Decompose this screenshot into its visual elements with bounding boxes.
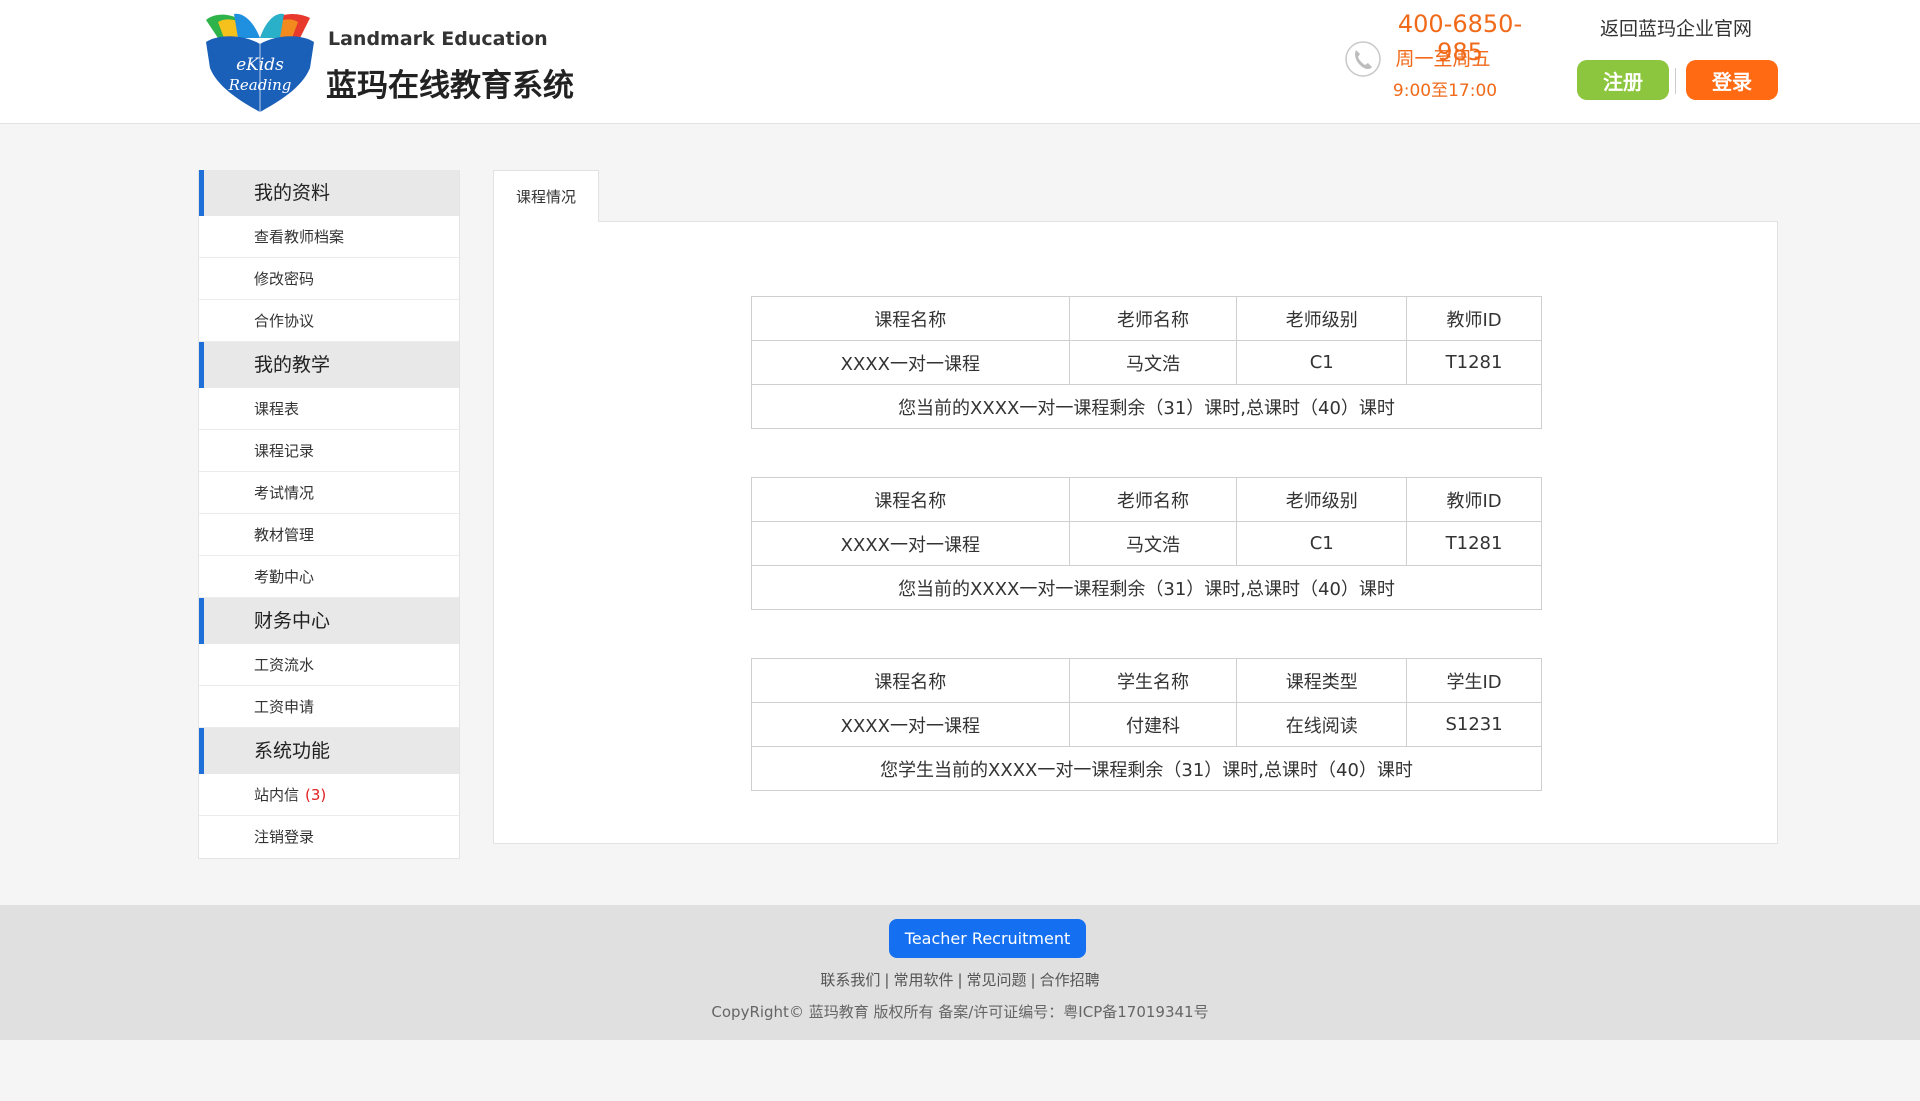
sidebar-section-finance[interactable]: 财务中心 [199, 598, 459, 644]
header-cell: 教师ID [1406, 477, 1542, 522]
header-cell: 学生ID [1406, 658, 1542, 703]
table-header-row: 课程名称 学生名称 课程类型 学生ID [751, 658, 1542, 703]
register-button[interactable]: 注册 [1577, 60, 1669, 100]
table-cell: S1231 [1406, 702, 1542, 747]
footer: Teacher Recruitment 联系我们 | 常用软件 | 常见问题 | 合作招聘 … [0, 905, 1920, 1040]
sidebar-item-change-password[interactable]: 修改密码 [199, 258, 459, 300]
course-table-1: 课程名称 老师名称 老师级别 教师ID XXXX一对一课程 马文浩 C1 T12… [751, 296, 1542, 429]
sidebar-item-exams[interactable]: 考试情况 [199, 472, 459, 514]
table-cell: T1281 [1406, 340, 1542, 385]
table-cell: T1281 [1406, 521, 1542, 566]
table-cell: C1 [1236, 340, 1408, 385]
footer-links: 联系我们 | 常用软件 | 常见问题 | 合作招聘 [820, 971, 1100, 989]
sidebar: 我的资料 查看教师档案 修改密码 合作协议 我的教学 课程表 课程记录 考试情况… [198, 170, 460, 859]
header-cell: 课程类型 [1236, 658, 1408, 703]
header-cell: 老师名称 [1068, 477, 1238, 522]
header-cell: 老师级别 [1236, 296, 1408, 341]
footer-link-jobs[interactable]: 合作招聘 [1040, 971, 1100, 989]
table-row: XXXX一对一课程 马文浩 C1 T1281 [751, 521, 1542, 566]
sidebar-section-system[interactable]: 系统功能 [199, 728, 459, 774]
header: eKids Reading Landmark Education 蓝玛在线教育系… [0, 0, 1920, 124]
course-table-2: 课程名称 老师名称 老师级别 教师ID XXXX一对一课程 马文浩 C1 T12… [751, 477, 1542, 610]
sidebar-item-messages-label: 站内信 [254, 786, 300, 804]
login-button[interactable]: 登录 [1686, 60, 1778, 100]
tab-course-status[interactable]: 课程情况 [493, 170, 599, 222]
table-row: XXXX一对一课程 马文浩 C1 T1281 [751, 340, 1542, 385]
sidebar-item-attendance[interactable]: 考勤中心 [199, 556, 459, 598]
sidebar-item-salary-flow[interactable]: 工资流水 [199, 644, 459, 686]
book-logo-icon[interactable]: eKids Reading [198, 8, 322, 114]
logo-text-top: eKids [236, 55, 284, 75]
table-cell: C1 [1236, 521, 1408, 566]
corporate-site-link[interactable]: 返回蓝玛企业官网 [1600, 14, 1752, 41]
summary-cell: 您当前的XXXX一对一课程剩余（31）课时,总课时（40）课时 [751, 565, 1542, 610]
logo-text-bottom: Reading [228, 76, 292, 94]
phone-days: 周一至周五 [1395, 48, 1491, 70]
sidebar-item-agreement[interactable]: 合作协议 [199, 300, 459, 342]
summary-cell: 您当前的XXXX一对一课程剩余（31）课时,总课时（40）课时 [751, 384, 1542, 429]
brand-chinese: 蓝玛在线教育系统 [326, 68, 574, 104]
table-cell: XXXX一对一课程 [751, 702, 1070, 747]
brand-english: Landmark Education [328, 28, 548, 50]
copyright: CopyRight© 蓝玛教育 版权所有 备案/许可证编号：粤ICP备17019… [711, 1003, 1209, 1021]
sidebar-item-messages[interactable]: 站内信 (3) [199, 774, 459, 816]
sidebar-section-profile[interactable]: 我的资料 [199, 170, 459, 216]
sidebar-section-teaching[interactable]: 我的教学 [199, 342, 459, 388]
header-cell: 教师ID [1406, 296, 1542, 341]
message-count-badge: (3) [305, 786, 327, 804]
main-content: 课程情况 课程名称 老师名称 老师级别 教师ID XXXX一对一课程 马文浩 C… [493, 170, 1778, 844]
button-divider [1675, 68, 1676, 94]
course-panel: 课程名称 老师名称 老师级别 教师ID XXXX一对一课程 马文浩 C1 T12… [493, 221, 1778, 844]
course-table-3: 课程名称 学生名称 课程类型 学生ID XXXX一对一课程 付建科 在线阅读 S… [751, 658, 1542, 791]
table-row: XXXX一对一课程 付建科 在线阅读 S1231 [751, 702, 1542, 747]
table-cell: 马文浩 [1068, 340, 1238, 385]
sidebar-item-schedule[interactable]: 课程表 [199, 388, 459, 430]
table-summary-row: 您学生当前的XXXX一对一课程剩余（31）课时,总课时（40）课时 [751, 746, 1542, 791]
header-cell: 课程名称 [751, 296, 1070, 341]
sidebar-item-logout[interactable]: 注销登录 [199, 816, 459, 858]
summary-cell: 您学生当前的XXXX一对一课程剩余（31）课时,总课时（40）课时 [751, 746, 1542, 791]
header-cell: 老师级别 [1236, 477, 1408, 522]
teacher-recruitment-button[interactable]: Teacher Recruitment [889, 919, 1086, 958]
table-cell: XXXX一对一课程 [751, 340, 1070, 385]
header-cell: 课程名称 [751, 477, 1070, 522]
sidebar-item-teacher-profile[interactable]: 查看教师档案 [199, 216, 459, 258]
sidebar-item-course-records[interactable]: 课程记录 [199, 430, 459, 472]
table-header-row: 课程名称 老师名称 老师级别 教师ID [751, 296, 1542, 341]
table-cell: XXXX一对一课程 [751, 521, 1070, 566]
footer-link-contact[interactable]: 联系我们 [820, 971, 880, 989]
phone-hours: 9:00至17:00 [1392, 81, 1498, 101]
table-summary-row: 您当前的XXXX一对一课程剩余（31）课时,总课时（40）课时 [751, 565, 1542, 610]
footer-link-software[interactable]: 常用软件 [893, 971, 953, 989]
sidebar-item-salary-apply[interactable]: 工资申请 [199, 686, 459, 728]
phone-icon [1345, 41, 1381, 77]
table-header-row: 课程名称 老师名称 老师级别 教师ID [751, 477, 1542, 522]
table-cell: 在线阅读 [1236, 702, 1408, 747]
table-cell: 付建科 [1068, 702, 1238, 747]
table-summary-row: 您当前的XXXX一对一课程剩余（31）课时,总课时（40）课时 [751, 384, 1542, 429]
header-cell: 学生名称 [1068, 658, 1238, 703]
table-cell: 马文浩 [1068, 521, 1238, 566]
footer-link-faq[interactable]: 常见问题 [967, 971, 1027, 989]
sidebar-item-materials[interactable]: 教材管理 [199, 514, 459, 556]
header-cell: 课程名称 [751, 658, 1070, 703]
header-cell: 老师名称 [1068, 296, 1238, 341]
